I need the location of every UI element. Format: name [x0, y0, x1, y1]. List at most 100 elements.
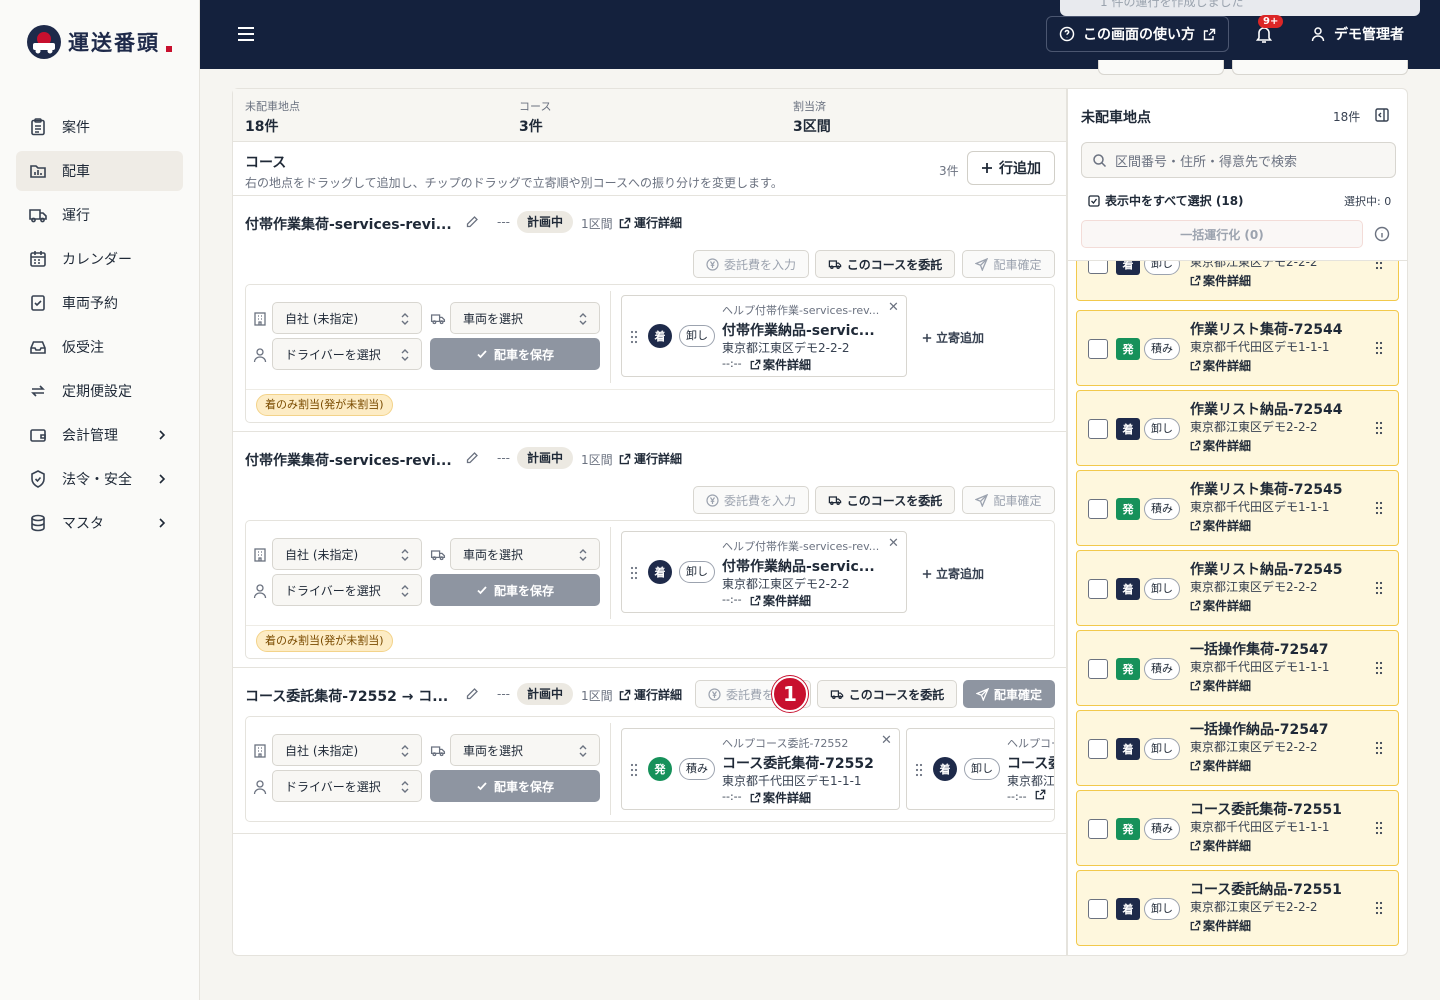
case-detail-link[interactable]: 案件詳細 [750, 789, 811, 806]
case-detail-link[interactable]: 案件詳細 [750, 592, 811, 609]
item-checkbox[interactable] [1088, 499, 1108, 519]
add-stop-button[interactable]: 立寄追加 [922, 329, 984, 346]
drag-handle-icon[interactable] [630, 330, 638, 344]
list-item[interactable]: 着 卸し 作業リスト納品-72544 東京都江東区デモ2-2-2 案件詳細 [1076, 390, 1399, 466]
case-detail-link[interactable]: 案件詳細 [1190, 837, 1251, 854]
drag-handle-icon[interactable] [1375, 581, 1383, 595]
edit-icon[interactable] [465, 687, 479, 701]
company-select[interactable]: 自社 (未指定) [272, 734, 422, 766]
help-button[interactable]: この画面の使い方 [1046, 16, 1229, 52]
vehicle-select[interactable]: 車両を選択 [450, 538, 600, 570]
item-checkbox[interactable] [1088, 579, 1108, 599]
case-detail-link[interactable]: 案件詳細 [750, 356, 811, 373]
drag-handle-icon[interactable] [915, 763, 923, 777]
app-logo[interactable]: 運送番頭 [26, 24, 172, 60]
list-item[interactable]: 発 積み 作業リスト集荷-72544 東京都千代田区デモ1-1-1 案件詳細 [1076, 310, 1399, 386]
item-checkbox[interactable] [1088, 339, 1108, 359]
sidebar-item-vehicle-booking[interactable]: 車両予約 [16, 283, 183, 323]
close-icon[interactable]: ✕ [888, 536, 899, 551]
drag-handle-icon[interactable] [1375, 260, 1383, 270]
stop-chip[interactable]: 着 卸し ヘルプ付帯作業-services-rev... ✕ 付帯作業納品-se… [621, 531, 907, 613]
drag-handle-icon[interactable] [630, 566, 638, 580]
driver-select[interactable]: ドライバーを選択 [272, 574, 422, 606]
menu-icon[interactable] [237, 24, 255, 44]
toolbar-button-hidden[interactable] [1098, 60, 1224, 75]
case-detail-link[interactable]: 案件詳細 [1190, 917, 1251, 934]
user-menu[interactable]: デモ管理者 [1310, 24, 1404, 44]
sidebar-item-calendar[interactable]: カレンダー [16, 239, 183, 279]
panel-collapse-icon[interactable] [1374, 107, 1390, 123]
sidebar-item-master[interactable]: マスタ [16, 503, 183, 543]
add-row-button[interactable]: 行追加 [967, 151, 1055, 185]
consign-course-button[interactable]: このコースを委託 [815, 250, 955, 278]
close-icon[interactable]: ✕ [881, 733, 892, 748]
stop-chip[interactable]: 着 卸し ヘルプコー コース委 東京都江 --:-- [906, 728, 1054, 810]
driver-select[interactable]: ドライバーを選択 [272, 338, 422, 370]
case-detail-link[interactable]: 案件詳細 [1190, 357, 1251, 374]
item-checkbox[interactable] [1088, 819, 1108, 839]
case-detail-link[interactable]: 案件詳細 [1190, 272, 1251, 289]
save-dispatch-button[interactable]: 配車を保存 [430, 574, 600, 606]
close-icon[interactable]: ✕ [888, 300, 899, 315]
operation-detail-link[interactable]: 運行詳細 [619, 686, 682, 703]
drag-handle-icon[interactable] [1375, 421, 1383, 435]
operation-detail-link[interactable]: 運行詳細 [619, 450, 682, 467]
info-icon[interactable] [1374, 226, 1390, 242]
sidebar-item-compliance[interactable]: 法令・安全 [16, 459, 183, 499]
operation-detail-link[interactable]: 運行詳細 [619, 214, 682, 231]
drag-handle-icon[interactable] [1375, 821, 1383, 835]
drag-handle-icon[interactable] [630, 763, 638, 777]
list-item[interactable]: 着 卸し 東京都江東区デモ2-2-2 案件詳細 [1076, 260, 1399, 301]
case-detail-link[interactable]: 案件詳細 [1190, 677, 1251, 694]
drag-handle-icon[interactable] [1375, 341, 1383, 355]
drag-handle-icon[interactable] [1375, 901, 1383, 915]
case-detail-link[interactable]: 案件詳細 [1190, 517, 1251, 534]
item-checkbox[interactable] [1088, 899, 1108, 919]
sidebar-item-tentative-orders[interactable]: 仮受注 [16, 327, 183, 367]
list-item[interactable]: 着 卸し 作業リスト納品-72545 東京都江東区デモ2-2-2 案件詳細 [1076, 550, 1399, 626]
save-dispatch-button[interactable]: 配車を保存 [430, 770, 600, 802]
edit-icon[interactable] [465, 215, 479, 229]
drag-handle-icon[interactable] [1375, 661, 1383, 675]
stop-chip[interactable]: 着 卸し ヘルプ付帯作業-services-rev... ✕ 付帯作業納品-se… [621, 295, 907, 377]
sidebar-item-accounting[interactable]: 会計管理 [16, 415, 183, 455]
sidebar-item-cases[interactable]: 案件 [16, 107, 183, 147]
item-checkbox[interactable] [1088, 659, 1108, 679]
vehicle-select[interactable]: 車両を選択 [450, 734, 600, 766]
list-item[interactable]: 発 積み コース委託集荷-72551 東京都千代田区デモ1-1-1 案件詳細 [1076, 790, 1399, 866]
confirm-dispatch-button[interactable]: 配車確定 [963, 680, 1055, 708]
drag-handle-icon[interactable] [1375, 501, 1383, 515]
vehicle-select[interactable]: 車両を選択 [450, 302, 600, 334]
select-all-checkbox[interactable]: 表示中をすべて選択 (18) [1088, 192, 1244, 209]
sidebar-item-dispatch[interactable]: 配車 [16, 151, 183, 191]
list-item[interactable]: 発 積み 一括操作集荷-72547 東京都千代田区デモ1-1-1 案件詳細 [1076, 630, 1399, 706]
case-detail-link[interactable]: 案件詳細 [1190, 437, 1251, 454]
company-select[interactable]: 自社 (未指定) [272, 302, 422, 334]
confirm-dispatch-button[interactable]: 配車確定 [962, 486, 1055, 514]
item-checkbox[interactable] [1088, 419, 1108, 439]
consign-course-button[interactable]: このコースを委託 [815, 486, 955, 514]
sidebar-item-operations[interactable]: 運行 [16, 195, 183, 235]
list-item[interactable]: 着 卸し 一括操作納品-72547 東京都江東区デモ2-2-2 案件詳細 [1076, 710, 1399, 786]
enter-fee-button[interactable]: 委託費を入力 [693, 250, 809, 278]
case-detail-link[interactable] [1035, 789, 1046, 800]
case-detail-link[interactable]: 案件詳細 [1190, 757, 1251, 774]
search-input[interactable]: 区間番号・住所・得意先で検索 [1081, 142, 1396, 178]
add-stop-button[interactable]: 立寄追加 [922, 565, 984, 582]
stop-chip[interactable]: 発 積み ヘルプコース委託-72552 ✕ コース委託集荷-72552 東京都千… [621, 728, 900, 810]
enter-fee-button[interactable]: 委託費を入力 [693, 486, 809, 514]
sidebar-item-regular-routes[interactable]: 定期便設定 [16, 371, 183, 411]
drag-handle-icon[interactable] [1375, 741, 1383, 755]
consign-course-button[interactable]: このコースを委託 [817, 680, 957, 708]
item-checkbox[interactable] [1088, 261, 1108, 274]
confirm-dispatch-button[interactable]: 配車確定 [962, 250, 1055, 278]
save-dispatch-button[interactable]: 配車を保存 [430, 338, 600, 370]
item-checkbox[interactable] [1088, 739, 1108, 759]
list-item[interactable]: 発 積み 作業リスト集荷-72545 東京都千代田区デモ1-1-1 案件詳細 [1076, 470, 1399, 546]
bulk-operation-button[interactable]: 一括運行化 (0) [1081, 220, 1363, 248]
case-detail-link[interactable]: 案件詳細 [1190, 597, 1251, 614]
driver-select[interactable]: ドライバーを選択 [272, 770, 422, 802]
company-select[interactable]: 自社 (未指定) [272, 538, 422, 570]
edit-icon[interactable] [465, 451, 479, 465]
toolbar-button-hidden[interactable] [1232, 60, 1408, 75]
